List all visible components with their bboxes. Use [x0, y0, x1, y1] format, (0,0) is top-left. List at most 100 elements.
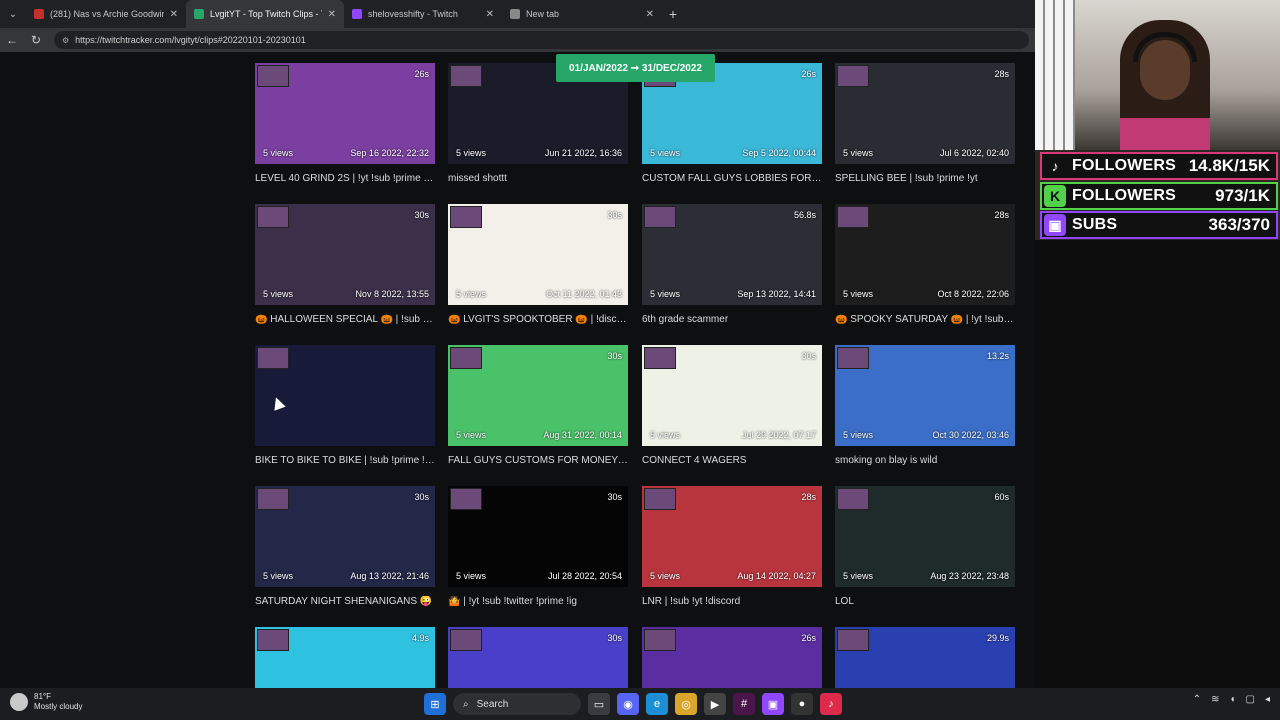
- clip-thumbnail[interactable]: 29.9s: [835, 627, 1015, 688]
- tab-2[interactable]: LvgitYT - Top Twitch Clips - Twitch ✕: [186, 0, 344, 28]
- network-icon[interactable]: ≋: [1211, 694, 1219, 705]
- counter-label: SUBS: [1072, 216, 1118, 233]
- clip-card[interactable]: 60s 5 views Aug 23 2022, 23:48 LOL: [835, 486, 1015, 607]
- clip-thumbnail[interactable]: 30s 5 views Aug 13 2022, 21:46: [255, 486, 435, 587]
- new-tab-favicon-icon: [510, 9, 520, 19]
- clip-thumbnail[interactable]: 28s 5 views Aug 14 2022, 04:27: [642, 486, 822, 587]
- clip-thumbnail[interactable]: 26s 5 views Sep 16 2022, 22:32: [255, 63, 435, 164]
- clip-thumbnail[interactable]: 30s 5 views Jul 28 2022, 20:54: [448, 486, 628, 587]
- discord-icon[interactable]: ◉: [617, 693, 639, 715]
- weather-widget[interactable]: 81°F Mostly cloudy: [10, 692, 82, 712]
- clip-thumbnail[interactable]: 28s 5 views Oct 8 2022, 22:06: [835, 204, 1015, 305]
- clip-card[interactable]: 30s: [448, 627, 628, 688]
- clip-card[interactable]: 28s 5 views Jul 6 2022, 02:40 SPELLING BEE …: [835, 63, 1015, 184]
- tiktok-app-icon[interactable]: ♪: [820, 693, 842, 715]
- clip-duration: 26s: [801, 633, 816, 643]
- clip-title[interactable]: CUSTOM FALL GUYS LOBBIES FOR M...: [642, 173, 822, 184]
- date-range-badge[interactable]: 01/JAN/2022 ➞ 31/DEC/2022: [556, 54, 715, 82]
- obs-icon[interactable]: ●: [791, 693, 813, 715]
- clip-card[interactable]: 30s 5 views Aug 31 2022, 00:14 FALL GUYS CU…: [448, 345, 628, 466]
- clip-card[interactable]: 26s: [642, 627, 822, 688]
- clip-thumbnail[interactable]: 30s 5 views Nov 8 2022, 13:55: [255, 204, 435, 305]
- weather-temp: 81°F: [34, 692, 51, 701]
- clip-title[interactable]: 🎃 LVGIT'S SPOOKTOBER 🎃 | !discor...: [448, 314, 628, 325]
- clip-card[interactable]: 30s 5 views Nov 8 2022, 13:55 🎃 HALLOWEEN S…: [255, 204, 435, 325]
- clip-card[interactable]: 4.9s: [255, 627, 435, 688]
- clip-card[interactable]: 30s 5 views Aug 13 2022, 21:46 SATURDAY NIG…: [255, 486, 435, 607]
- clip-thumbnail[interactable]: 60s 5 views Aug 23 2022, 23:48: [835, 486, 1015, 587]
- file-explorer-icon[interactable]: ▭: [588, 693, 610, 715]
- close-tab-icon[interactable]: ✕: [328, 9, 336, 20]
- clip-views: 5 views: [263, 148, 294, 158]
- clip-card[interactable]: 30s 5 views Jul 28 2022, 20:54 🤷 | !yt !sub…: [448, 486, 628, 607]
- clip-title[interactable]: LNR | !sub !yt !discord: [642, 596, 822, 607]
- clip-views: 5 views: [650, 148, 681, 158]
- edge-icon[interactable]: e: [646, 693, 668, 715]
- media-player-icon[interactable]: ▶: [704, 693, 726, 715]
- clip-card[interactable]: 13.2s 5 views Oct 30 2022, 03:46 smoking on…: [835, 345, 1015, 466]
- tab-search-icon[interactable]: ⌄: [0, 0, 26, 28]
- system-tray: ⌃ ≋ ◖ ▢ ◂: [1193, 694, 1270, 705]
- clip-title[interactable]: SATURDAY NIGHT SHENANIGANS 😜: [255, 596, 435, 607]
- clip-title[interactable]: 🎃 SPOOKY SATURDAY 🎃 | !yt !sub !...: [835, 314, 1015, 325]
- clip-views: 5 views: [456, 289, 487, 299]
- clip-thumbnail[interactable]: 13.2s 5 views Oct 30 2022, 03:46: [835, 345, 1015, 446]
- clip-title[interactable]: LEVEL 40 GRIND 2S | !yt !sub !prime !l..…: [255, 173, 435, 184]
- clip-duration: 28s: [801, 492, 816, 502]
- clip-thumbnail[interactable]: 4.9s: [255, 627, 435, 688]
- twitchtracker-favicon-icon: [194, 9, 204, 19]
- display-icon[interactable]: ▢: [1246, 694, 1255, 705]
- clip-card[interactable]: 30s 5 views Oct 11 2022, 01:43 🎃 LVGIT'S SP…: [448, 204, 628, 325]
- clip-views: 5 views: [843, 289, 874, 299]
- clip-card[interactable]: 28s 5 views Aug 14 2022, 04:27 LNR | !sub !…: [642, 486, 822, 607]
- clip-title[interactable]: BIKE TO BIKE TO BIKE | !sub !prime !y...: [255, 455, 435, 466]
- streamer-cam-thumbnail: [644, 629, 676, 651]
- close-tab-icon[interactable]: ✕: [486, 9, 494, 20]
- weather-cloud-icon: [10, 693, 28, 711]
- new-tab-button[interactable]: +: [662, 6, 684, 22]
- streamer-shirt: [1120, 118, 1210, 150]
- tray-chevron-icon[interactable]: ⌃: [1193, 694, 1201, 705]
- clip-card[interactable]: 26s 5 views Sep 16 2022, 22:32 LEVEL 40 GRI…: [255, 63, 435, 184]
- clip-thumbnail[interactable]: 30s: [448, 627, 628, 688]
- clip-card[interactable]: 28s 5 views Oct 8 2022, 22:06 🎃 SPOOKY SATU…: [835, 204, 1015, 325]
- clip-thumbnail[interactable]: 30s 5 views Jul 29 2022, 07:17: [642, 345, 822, 446]
- site-info-icon[interactable]: ⚙: [62, 36, 69, 45]
- close-tab-icon[interactable]: ✕: [170, 9, 178, 20]
- tab-3[interactable]: shelovesshifty - Twitch ✕: [344, 0, 502, 28]
- slack-icon[interactable]: #: [733, 693, 755, 715]
- clip-thumbnail[interactable]: 56.8s 5 views Sep 13 2022, 14:41: [642, 204, 822, 305]
- clip-title[interactable]: 6th grade scammer: [642, 314, 822, 325]
- clip-card[interactable]: 29.9s: [835, 627, 1015, 688]
- tab-1[interactable]: (281) Nas vs Archie Goodwin 1v1 ✕: [26, 0, 186, 28]
- streamer-cam-thumbnail: [837, 629, 869, 651]
- close-tab-icon[interactable]: ✕: [646, 9, 654, 20]
- clip-title[interactable]: 🎃 HALLOWEEN SPECIAL 🎃 | !sub !p...: [255, 314, 435, 325]
- twitch-app-icon[interactable]: ▣: [762, 693, 784, 715]
- taskbar-search[interactable]: ⌕ Search: [453, 693, 581, 715]
- clip-title[interactable]: LOL: [835, 596, 1015, 607]
- chrome-icon[interactable]: ◎: [675, 693, 697, 715]
- clip-thumbnail[interactable]: 30s 5 views Aug 31 2022, 00:14: [448, 345, 628, 446]
- microphone-icon[interactable]: ◖: [1229, 694, 1235, 705]
- clip-title[interactable]: FALL GUYS CUSTOMS FOR MONEY | !...: [448, 455, 628, 466]
- tab-4[interactable]: New tab ✕: [502, 0, 662, 28]
- clip-title[interactable]: 🤷 | !yt !sub !twitter !prime !ig: [448, 596, 628, 607]
- clip-title[interactable]: SPELLING BEE | !sub !prime !yt: [835, 173, 1015, 184]
- clip-duration: 30s: [414, 210, 429, 220]
- reload-icon[interactable]: ↻: [24, 33, 48, 47]
- streamer-cam-thumbnail: [837, 347, 869, 369]
- clip-title[interactable]: CONNECT 4 WAGERS: [642, 455, 822, 466]
- windows-start-icon[interactable]: ⊞: [424, 693, 446, 715]
- tab-title: LvgitYT - Top Twitch Clips - Twitch: [210, 9, 322, 19]
- back-arrow-icon[interactable]: ←: [0, 33, 24, 47]
- clip-thumbnail[interactable]: 28s 5 views Jul 6 2022, 02:40: [835, 63, 1015, 164]
- clip-thumbnail[interactable]: 30s 5 views Oct 11 2022, 01:43: [448, 204, 628, 305]
- volume-icon[interactable]: ◂: [1265, 694, 1270, 705]
- address-bar[interactable]: ⚙ https://twitchtracker.com/lvgityt/clip…: [54, 31, 1029, 49]
- clip-thumbnail[interactable]: 26s: [642, 627, 822, 688]
- clip-card[interactable]: 56.8s 5 views Sep 13 2022, 14:41 6th grade …: [642, 204, 822, 325]
- clip-title[interactable]: smoking on blay is wild: [835, 455, 1015, 466]
- clip-title[interactable]: missed shottt: [448, 173, 628, 184]
- clip-card[interactable]: 30s 5 views Jul 29 2022, 07:17 CONNECT 4 WA…: [642, 345, 822, 466]
